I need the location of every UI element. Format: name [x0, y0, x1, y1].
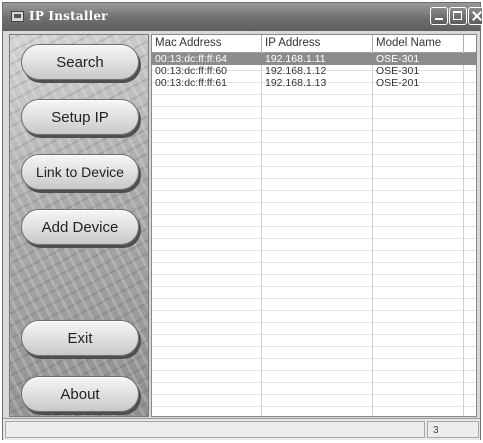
button-panel: Search Setup IP Link to Device Add Devic… [9, 34, 149, 417]
column-header-model[interactable]: Model Name [373, 35, 464, 52]
table-row[interactable]: 00:13:dc:ff:ff:64 192.168.1.11 OSE-301 [152, 53, 476, 65]
model-name-cell: OSE-301 [376, 53, 420, 65]
add-device-button[interactable]: Add Device [21, 209, 139, 245]
window-title: IP Installer [29, 9, 108, 23]
link-to-device-button[interactable]: Link to Device [21, 154, 139, 190]
setup-ip-button[interactable]: Setup IP [21, 99, 139, 135]
ip-address-cell: 192.168.1.12 [265, 65, 327, 77]
model-name-cell: OSE-301 [376, 65, 420, 77]
mac-address-cell: 00:13:dc:ff:ff:64 [155, 53, 228, 65]
model-name-cell: OSE-201 [376, 77, 420, 89]
maximize-button[interactable] [449, 7, 467, 25]
column-divider [372, 52, 373, 416]
status-bar: 3 [3, 418, 480, 440]
device-list[interactable]: Mac Address IP Address Model Name 00:13:… [151, 34, 477, 417]
close-button[interactable] [468, 7, 482, 25]
ip-address-cell: 192.168.1.11 [265, 53, 326, 65]
column-header-ip[interactable]: IP Address [262, 35, 373, 52]
mac-address-cell: 00:13:dc:ff:ff:61 [155, 77, 228, 89]
about-button[interactable]: About [21, 376, 139, 412]
exit-button[interactable]: Exit [21, 320, 139, 356]
minimize-icon [435, 18, 443, 20]
ip-address-cell: 192.168.1.13 [265, 77, 327, 89]
status-message [5, 421, 425, 438]
list-header: Mac Address IP Address Model Name [152, 35, 476, 53]
column-divider [463, 52, 464, 416]
search-button[interactable]: Search [21, 44, 139, 80]
column-header-mac[interactable]: Mac Address [152, 35, 262, 52]
app-icon [11, 11, 24, 22]
ip-installer-window: IP Installer Search Setup IP Link to Dev… [2, 2, 482, 440]
minimize-button[interactable] [430, 7, 448, 25]
mac-address-cell: 00:13:dc:ff:ff:60 [155, 65, 228, 77]
table-row[interactable]: 00:13:dc:ff:ff:60 192.168.1.12 OSE-301 [152, 65, 476, 77]
device-count: 3 [427, 421, 479, 438]
column-divider [261, 52, 262, 416]
table-row[interactable]: 00:13:dc:ff:ff:61 192.168.1.13 OSE-201 [152, 77, 476, 89]
maximize-icon [453, 11, 462, 20]
title-bar[interactable]: IP Installer [3, 3, 482, 31]
